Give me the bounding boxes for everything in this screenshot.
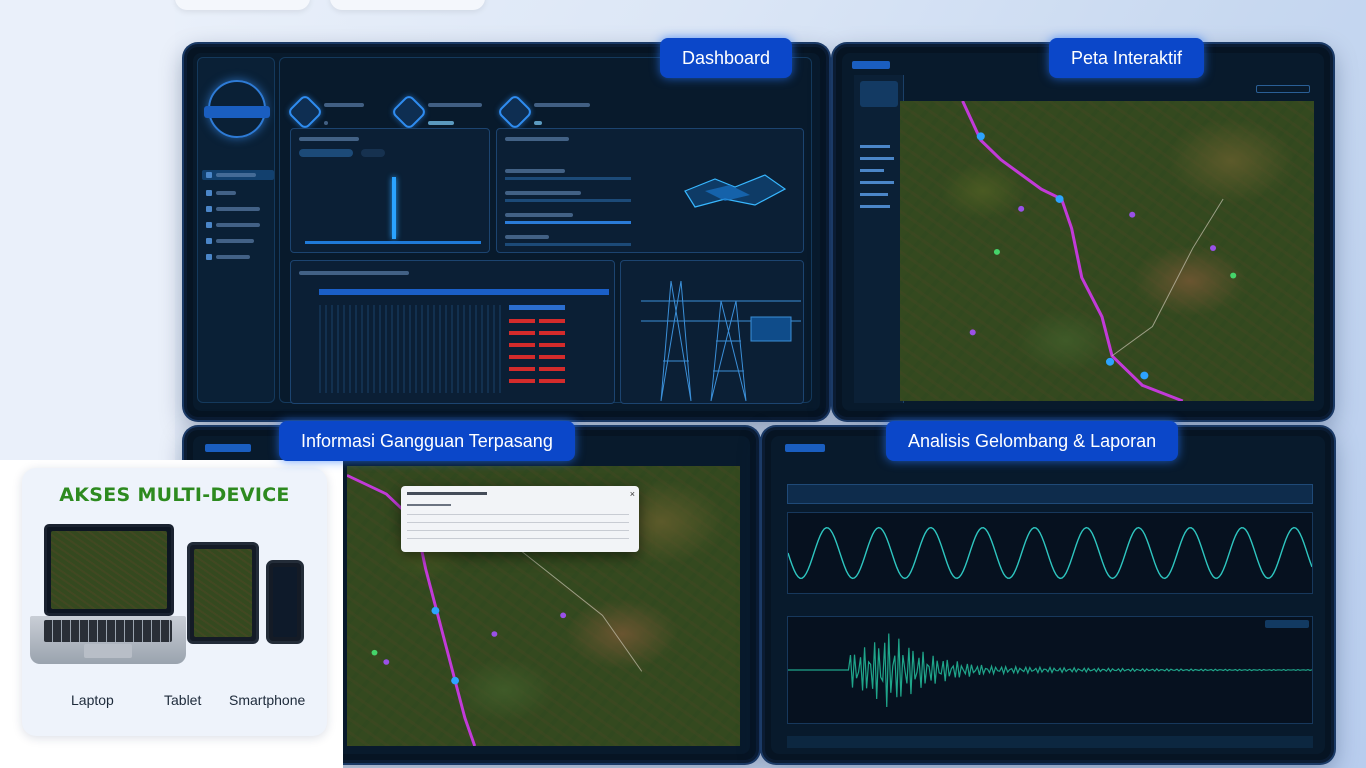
incident-popup[interactable]: × (401, 486, 639, 552)
top-pill (330, 0, 485, 10)
transient-panel (787, 616, 1313, 724)
progress-bar (505, 221, 631, 224)
chart-panel (290, 128, 490, 253)
dashboard-screen (184, 44, 829, 420)
logo-badge (204, 106, 270, 118)
label-peta-interaktif: Peta Interaktif (1049, 38, 1205, 78)
top-pill (175, 0, 310, 10)
incident-map[interactable]: × (347, 466, 740, 746)
dashboard-main (279, 57, 812, 404)
progress-bar (505, 199, 631, 202)
3d-map-icon (684, 174, 787, 208)
app-logo[interactable] (852, 61, 890, 69)
interactive-map[interactable] (900, 101, 1314, 401)
laptop-screen (44, 524, 174, 616)
analisis-screen (762, 427, 1334, 763)
progress-bar (505, 177, 631, 180)
app-logo[interactable] (205, 444, 251, 452)
progress-panel (496, 128, 804, 253)
map-sidebar (854, 75, 904, 403)
app-logo[interactable] (785, 444, 825, 452)
tower-panel (620, 260, 804, 404)
filter-chip[interactable] (299, 149, 353, 157)
peta-screen (833, 44, 1333, 420)
waveform-panel (787, 512, 1313, 594)
laptop-trackpad (84, 644, 132, 658)
tablet-device (187, 542, 259, 644)
kpi-hex-icon (390, 93, 428, 131)
chart-baseline (305, 241, 481, 244)
table-panel (290, 260, 615, 404)
waveform-chart (787, 526, 1313, 580)
search-box[interactable] (1256, 85, 1310, 93)
multi-device-card: AKSES MULTI-DEVICE Laptop Tablet Smartph… (22, 468, 327, 736)
status-column (539, 319, 565, 389)
dashboard-sidebar (197, 57, 275, 403)
kpi-card (390, 93, 482, 131)
filter-bar[interactable] (787, 484, 1313, 504)
chart-bar (392, 177, 396, 239)
label-dashboard: Dashboard (660, 38, 793, 78)
laptop-keyboard (44, 620, 172, 642)
kpi-hex-icon (496, 93, 534, 131)
sidebar-item[interactable] (206, 236, 270, 246)
table-subheader (509, 305, 565, 310)
label-analisis-gelombang: Analisis Gelombang & Laporan (886, 421, 1179, 461)
kpi-card (286, 93, 364, 131)
popup-table (407, 514, 629, 544)
sidebar-item[interactable] (206, 220, 270, 230)
smartphone-device (266, 560, 304, 644)
transmission-tower-icon (641, 280, 801, 402)
sidebar-item-active[interactable] (202, 170, 274, 180)
sidebar-item[interactable] (206, 204, 270, 214)
status-column (509, 319, 535, 389)
background-strip (0, 0, 175, 460)
close-icon[interactable]: × (630, 489, 635, 499)
device-label-laptop: Laptop (71, 692, 114, 708)
device-label-tablet: Tablet (164, 692, 202, 708)
kpi-hex-icon (286, 93, 324, 131)
device-label-smartphone: Smartphone (229, 692, 306, 708)
sidebar-item[interactable] (206, 188, 270, 198)
status-bar (787, 736, 1313, 748)
sidebar-item-active[interactable] (860, 81, 898, 107)
transient-chart (788, 633, 1313, 708)
label-informasi-gangguan: Informasi Gangguan Terpasang (279, 421, 575, 461)
report-button[interactable] (1265, 620, 1309, 628)
multi-device-title: AKSES MULTI-DEVICE (59, 484, 290, 506)
kpi-card (496, 93, 590, 131)
table-header (319, 289, 609, 295)
sidebar-item[interactable] (206, 252, 270, 262)
progress-bar (505, 243, 631, 246)
table-grid (319, 305, 504, 393)
filter-chip[interactable] (361, 149, 385, 157)
